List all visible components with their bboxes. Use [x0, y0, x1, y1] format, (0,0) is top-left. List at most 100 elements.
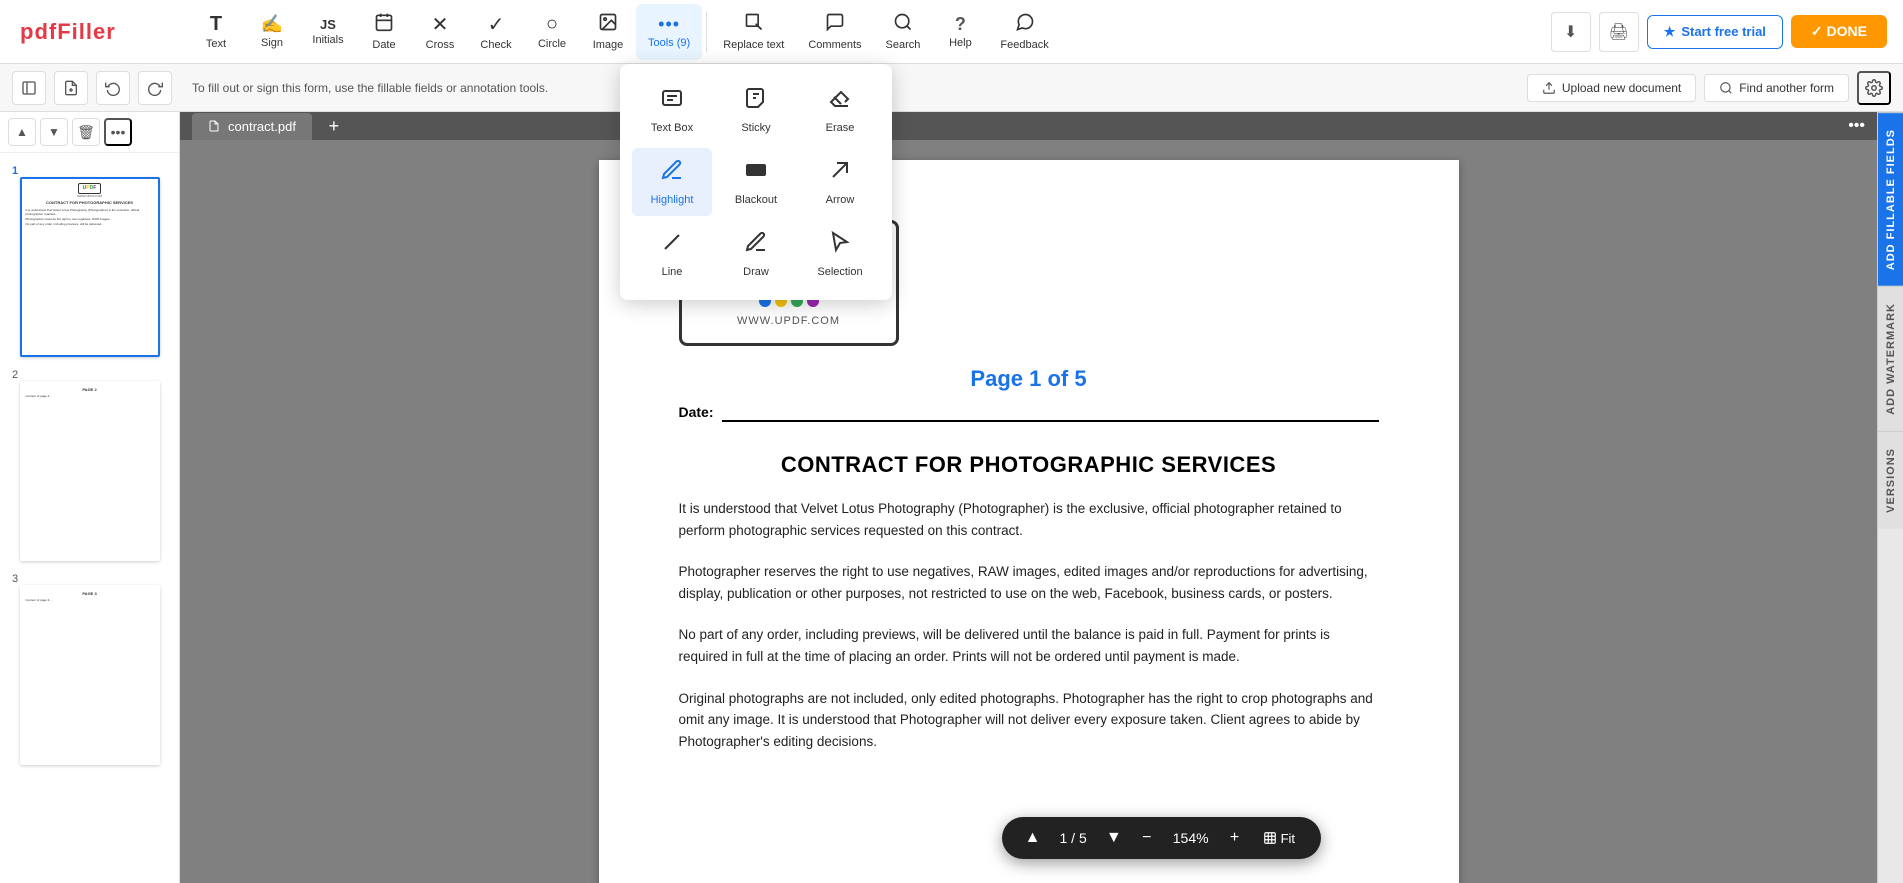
arrow-icon — [828, 158, 852, 188]
dropdown-erase[interactable]: Erase — [800, 76, 880, 144]
pdf-tab-contract[interactable]: contract.pdf — [192, 113, 312, 140]
tool-feedback-label: Feedback — [1000, 39, 1048, 51]
logo-text: pdfFiller — [20, 19, 116, 45]
thumb-more-button[interactable]: ••• — [104, 118, 132, 146]
thumb-content-1: UPDF WWW.UPDF.COM CONTRACT FOR PHOTOGRAP… — [22, 179, 158, 355]
pdf-filename: contract.pdf — [228, 119, 296, 134]
thumb-down-button[interactable]: ▼ — [40, 118, 68, 146]
tool-feedback[interactable]: Feedback — [988, 4, 1060, 60]
tool-search[interactable]: Search — [874, 4, 933, 60]
sidebar-tab-watermark[interactable]: ADD WATERMARK — [1878, 286, 1903, 431]
page-down-button[interactable]: ▼ — [1099, 823, 1129, 853]
page-watermark: Page 1 of 5 — [679, 366, 1379, 392]
undo-button[interactable] — [96, 71, 130, 105]
date-label: Date: — [679, 404, 714, 420]
add-tab-button[interactable]: + — [320, 112, 348, 140]
date-icon — [374, 12, 394, 37]
tool-sign[interactable]: ✍ Sign — [244, 4, 300, 60]
updf-url: WWW.UPDF.COM — [737, 315, 840, 327]
add-page-button[interactable] — [54, 71, 88, 105]
tool-cross-label: Cross — [426, 39, 455, 51]
second-toolbar: To fill out or sign this form, use the f… — [0, 64, 1903, 112]
tool-replace-text-label: Replace text — [723, 39, 784, 51]
dropdown-draw-label: Draw — [743, 266, 769, 278]
dropdown-highlight-label: Highlight — [651, 194, 694, 206]
image-icon — [598, 12, 618, 37]
dropdown-line[interactable]: Line — [632, 220, 712, 288]
contract-para-2: Photographer reserves the right to use n… — [679, 561, 1379, 604]
print-button[interactable]: 🖨 — [1599, 12, 1639, 52]
check-icon: ✓ — [488, 12, 505, 37]
separator1 — [706, 12, 707, 52]
thumb-up-button[interactable]: ▲ — [8, 118, 36, 146]
main-area: ▲ ▼ 🗑 ••• 1 UPDF WWW.UPDF.COM C — [0, 112, 1903, 883]
tab-more-button[interactable]: ••• — [1848, 117, 1865, 135]
toolbar-right: ⬇ 🖨 ★ Start free trial ✓ DONE — [1551, 12, 1895, 52]
start-trial-label: Start free trial — [1681, 24, 1766, 39]
dropdown-blackout[interactable]: Blackout — [716, 148, 796, 216]
blackout-icon — [744, 158, 768, 188]
tool-help[interactable]: ? Help — [932, 4, 988, 60]
settings-button[interactable] — [1857, 71, 1891, 105]
dropdown-line-label: Line — [662, 266, 683, 278]
tool-image[interactable]: Image — [580, 4, 636, 60]
tool-replace-text[interactable]: Replace text — [711, 4, 796, 60]
dropdown-blackout-label: Blackout — [735, 194, 777, 206]
tool-circle[interactable]: ○ Circle — [524, 4, 580, 60]
tools-dropdown: Text Box Sticky Erase Highlight Blackout… — [620, 64, 892, 300]
thumbnail-1[interactable]: 1 UPDF WWW.UPDF.COM CONTRACT FOR PHOTOGR… — [8, 161, 171, 357]
tool-cross[interactable]: ✕ Cross — [412, 4, 468, 60]
page-up-button[interactable]: ▲ — [1018, 823, 1048, 853]
dropdown-arrow[interactable]: Arrow — [800, 148, 880, 216]
highlight-icon — [660, 158, 684, 188]
fit-button[interactable]: Fit — [1253, 827, 1305, 850]
thumbnail-2[interactable]: 2 PAGE 2 Content of page 2... — [8, 365, 171, 561]
zoom-out-button[interactable]: − — [1133, 824, 1161, 852]
dropdown-text-box[interactable]: Text Box — [632, 76, 712, 144]
selection-icon — [828, 230, 852, 260]
zoom-level: 154% — [1165, 830, 1217, 846]
contract-title: CONTRACT FOR PHOTOGRAPHIC SERVICES — [679, 452, 1379, 478]
bottom-nav: ▲ 1 / 5 ▼ − 154% + Fit — [1002, 817, 1322, 859]
dropdown-selection[interactable]: Selection — [800, 220, 880, 288]
thumb-num-3: 3 — [8, 573, 18, 585]
draw-icon — [744, 230, 768, 260]
dropdown-sticky[interactable]: Sticky — [716, 76, 796, 144]
tool-image-label: Image — [593, 39, 624, 51]
tool-check[interactable]: ✓ Check — [468, 4, 524, 60]
tool-comments[interactable]: Comments — [796, 4, 873, 60]
tool-initials[interactable]: JS Initials — [300, 4, 356, 60]
tool-date-label: Date — [372, 39, 395, 51]
tool-search-label: Search — [886, 39, 921, 51]
pdf-viewer: contract.pdf + ••• U P D F — [180, 112, 1877, 883]
erase-icon — [828, 86, 852, 116]
sign-icon: ✍ — [261, 14, 283, 35]
comments-icon — [825, 12, 845, 37]
sidebar-tab-versions[interactable]: VERSIONS — [1878, 431, 1903, 529]
circle-icon: ○ — [546, 13, 558, 36]
tool-sign-label: Sign — [261, 37, 283, 49]
tool-tools9[interactable]: ••• Tools (9) — [636, 4, 702, 60]
sidebar-tab-fillable[interactable]: ADD FILLABLE FIELDS — [1878, 112, 1903, 286]
zoom-in-button[interactable]: + — [1221, 824, 1249, 852]
dropdown-highlight[interactable]: Highlight — [632, 148, 712, 216]
tool-text[interactable]: T Text — [188, 4, 244, 60]
toolbar-tools: T Text ✍ Sign JS Initials Date ✕ Cross ✓… — [188, 4, 1551, 60]
text-box-icon — [660, 86, 684, 116]
tool-initials-label: Initials — [312, 34, 343, 46]
tool-tools9-label: Tools (9) — [648, 37, 690, 49]
find-form-button[interactable]: Find another form — [1704, 74, 1849, 102]
tool-comments-label: Comments — [808, 39, 861, 51]
upload-document-button[interactable]: Upload new document — [1527, 74, 1696, 102]
start-trial-button[interactable]: ★ Start free trial — [1647, 15, 1783, 49]
dropdown-draw[interactable]: Draw — [716, 220, 796, 288]
thumb-delete-button[interactable]: 🗑 — [72, 118, 100, 146]
redo-button[interactable] — [138, 71, 172, 105]
tool-date[interactable]: Date — [356, 4, 412, 60]
thumbnail-3[interactable]: 3 PAGE 3 Content of page 3... — [8, 569, 171, 765]
thumb-wrapper-3: PAGE 3 Content of page 3... — [20, 585, 160, 765]
download-button[interactable]: ⬇ — [1551, 12, 1591, 52]
done-button[interactable]: ✓ DONE — [1791, 15, 1887, 48]
sidebar-toggle-button[interactable] — [12, 71, 46, 105]
sidebar-tab-watermark-label: ADD WATERMARK — [1885, 303, 1897, 415]
